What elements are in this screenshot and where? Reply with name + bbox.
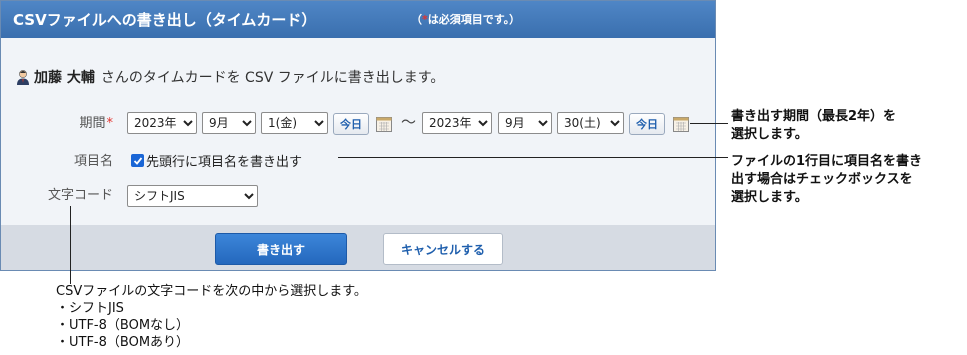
charset-label: 文字コード <box>47 188 113 203</box>
item-name-annotation: ファイルの1行目に項目名を書き 出す場合はチェックボックスを 選択します。 <box>731 154 923 205</box>
end-month-select[interactable]: 9月 <box>498 112 552 134</box>
export-button[interactable]: 書き出す <box>215 233 347 265</box>
required-note-prefix: （ <box>411 13 422 26</box>
range-separator: 〜 <box>401 113 417 131</box>
item-name-label: 項目名 <box>73 154 113 169</box>
charset-option-note: ・UTF-8（BOMあり） <box>56 335 190 350</box>
item-name-leader-line <box>338 157 728 158</box>
period-label-text: 期間 <box>79 116 106 131</box>
csv-export-dialog: CSVファイルへの書き出し（タイムカード） （*は必須項目です。） 加藤 大輔 … <box>0 0 716 271</box>
user-icon <box>17 70 29 85</box>
start-calendar-icon[interactable] <box>376 116 392 132</box>
charset-option-note: ・UTF-8（BOMなし） <box>56 318 190 333</box>
item-name-checkbox[interactable] <box>131 154 144 167</box>
intro-text: さんのタイムカードを CSV ファイルに書き出します。 <box>100 70 445 86</box>
end-calendar-icon[interactable] <box>673 116 689 132</box>
cancel-button[interactable]: キャンセルする <box>383 233 503 265</box>
required-marker: * <box>106 116 114 131</box>
charset-option-note: ・シフトJIS <box>56 301 124 316</box>
start-year-select[interactable]: 2023年 <box>127 112 197 134</box>
dialog-title-bar: CSVファイルへの書き出し（タイムカード） （*は必須項目です。） <box>1 1 715 38</box>
end-year-select[interactable]: 2023年 <box>422 112 492 134</box>
charset-annotation: CSVファイルの文字コードを次の中から選択します。 ・シフトJIS ・UTF-8… <box>56 283 367 351</box>
period-annotation: 書き出す期間（最長2年）を 選択します。 <box>731 109 897 142</box>
item-name-checkbox-label: 先頭行に項目名を書き出す <box>146 155 303 170</box>
charset-annotation-intro: CSVファイルの文字コードを次の中から選択します。 <box>56 284 367 299</box>
dialog-title: CSVファイルへの書き出し（タイムカード） <box>13 11 317 29</box>
start-day-select[interactable]: 1(金) <box>261 112 328 134</box>
required-fields-note: （*は必須項目です。） <box>411 11 520 27</box>
charset-leader-line <box>70 206 71 284</box>
intro-message: 加藤 大輔 さんのタイムカードを CSV ファイルに書き出します。 <box>15 67 444 87</box>
dialog-footer: 書き出す キャンセルする <box>1 225 715 270</box>
start-month-select[interactable]: 9月 <box>202 112 256 134</box>
period-label: 期間* <box>13 112 113 131</box>
period-leader-line <box>690 123 728 124</box>
check-icon <box>133 156 142 165</box>
username: 加藤 大輔 <box>34 70 95 86</box>
end-today-button[interactable]: 今日 <box>629 113 665 135</box>
start-today-button[interactable]: 今日 <box>333 113 369 135</box>
item-name-checkbox-field[interactable]: 先頭行に項目名を書き出す <box>131 151 302 170</box>
charset-select[interactable]: シフトJIS <box>127 185 258 207</box>
end-day-select[interactable]: 30(土) <box>557 112 624 134</box>
required-note-text: は必須項目です。） <box>427 13 521 26</box>
